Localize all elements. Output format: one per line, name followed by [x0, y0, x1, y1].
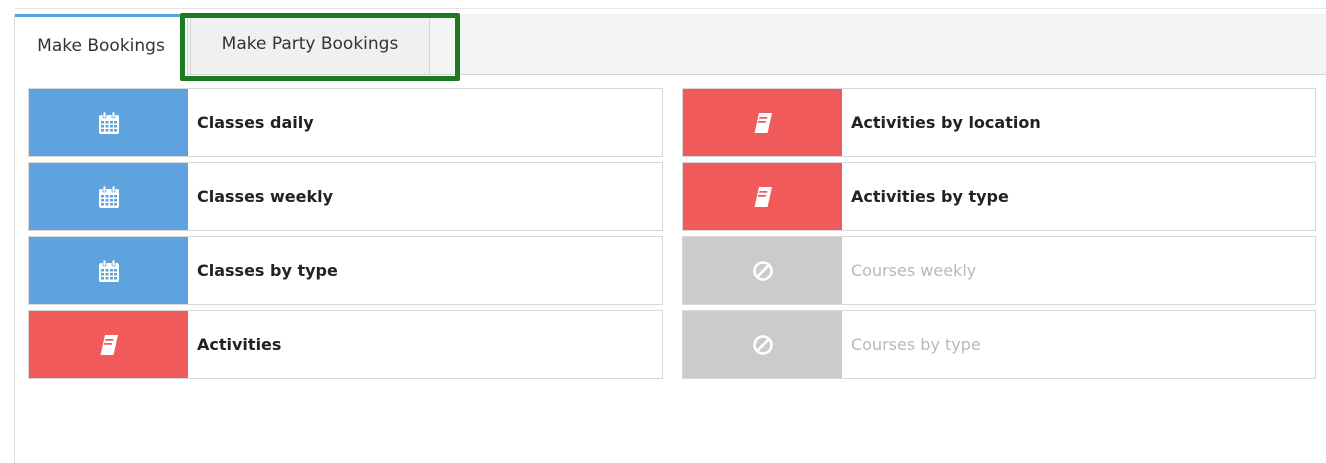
tile-classes-by-type[interactable]: Classes by type: [28, 236, 663, 305]
tile-icon-box: [29, 163, 188, 230]
tile-label: Classes daily: [197, 113, 314, 132]
tab-strip: Make Bookings Make Party Bookings: [14, 14, 1326, 75]
tile-courses-by-type: Courses by type: [682, 310, 1316, 379]
tile-activities-by-location[interactable]: Activities by location: [682, 88, 1316, 157]
tile-label: Courses weekly: [851, 261, 977, 280]
tile-icon-box: [683, 163, 842, 230]
tile-icon-box: [29, 89, 188, 156]
tile-label: Courses by type: [851, 335, 981, 354]
calendar-icon: [98, 259, 120, 283]
tile-icon-box: [29, 237, 188, 304]
ban-icon: [752, 260, 774, 282]
tab-make-party-bookings[interactable]: Make Party Bookings: [190, 14, 430, 74]
top-divider: [14, 8, 1326, 9]
tile-icon-box: [683, 237, 842, 304]
tile-label: Activities by type: [851, 187, 1009, 206]
content-frame-border: [14, 74, 15, 463]
tile-classes-weekly[interactable]: Classes weekly: [28, 162, 663, 231]
calendar-icon: [98, 185, 120, 209]
book-icon: [99, 334, 119, 356]
book-icon: [753, 186, 773, 208]
tab-make-bookings[interactable]: Make Bookings: [15, 14, 188, 75]
tile-classes-daily[interactable]: Classes daily: [28, 88, 663, 157]
book-icon: [753, 112, 773, 134]
tile-icon-box: [683, 311, 842, 378]
tile-activities[interactable]: Activities: [28, 310, 663, 379]
tile-activities-by-type[interactable]: Activities by type: [682, 162, 1316, 231]
tile-courses-weekly: Courses weekly: [682, 236, 1316, 305]
tile-label: Classes weekly: [197, 187, 334, 206]
tile-label: Activities: [197, 335, 282, 354]
tile-icon-box: [683, 89, 842, 156]
tile-label: Activities by location: [851, 113, 1041, 132]
tile-label: Classes by type: [197, 261, 338, 280]
ban-icon: [752, 334, 774, 356]
calendar-icon: [98, 111, 120, 135]
tile-icon-box: [29, 311, 188, 378]
